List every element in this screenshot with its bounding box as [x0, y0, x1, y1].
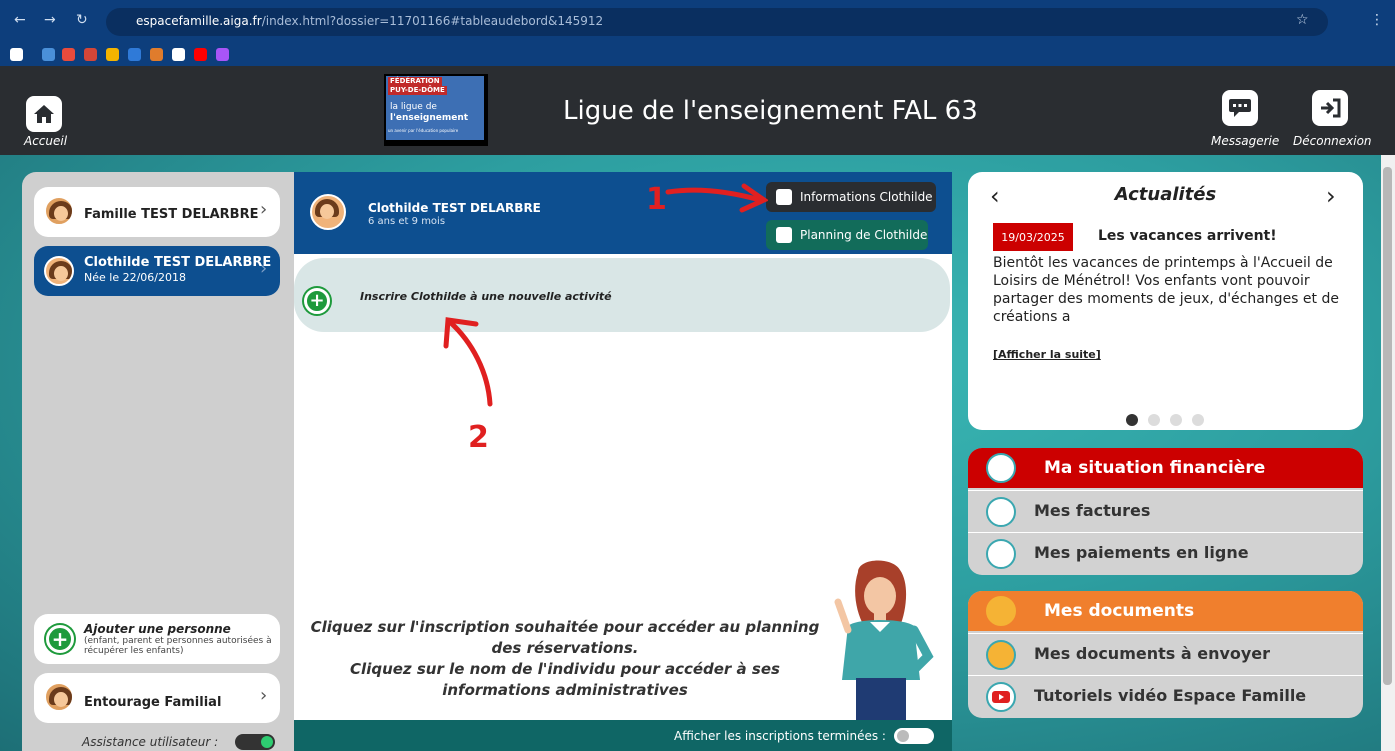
chevron-right-icon[interactable]: › — [1326, 182, 1336, 210]
folder-icon — [986, 596, 1016, 626]
family-name: Famille TEST DELARBRE — [84, 207, 259, 222]
help-text: Cliquez sur l'inscription souhaitée pour… — [310, 618, 820, 699]
annotation-arrow-2-icon — [443, 317, 493, 407]
finance-icon — [986, 453, 1016, 483]
bookmarks-bar — [0, 44, 1395, 66]
forward-icon[interactable]: → — [44, 12, 56, 28]
kebab-menu-icon[interactable]: ⋮ — [1370, 12, 1384, 28]
home-label[interactable]: Accueil — [24, 134, 67, 148]
news-date-badge: 19/03/2025 — [993, 223, 1073, 251]
upload-document-icon — [986, 640, 1016, 670]
documents-to-send-link[interactable]: Mes documents à envoyer — [968, 633, 1363, 675]
assistance-toggle[interactable] — [235, 734, 275, 750]
bookmark-icon[interactable] — [106, 48, 119, 61]
child-birthdate: Née le 22/06/2018 — [84, 271, 186, 284]
home-icon — [34, 105, 54, 123]
messaging-label[interactable]: Messagerie — [1211, 134, 1279, 148]
entourage-avatar-icon — [44, 682, 74, 712]
documents-menu: Mes documents Mes documents à envoyer Tu… — [968, 591, 1363, 718]
online-payments-link[interactable]: Mes paiements en ligne — [968, 532, 1363, 574]
assistance-label: Assistance utilisateur : — [82, 735, 219, 749]
annotation-arrow-1-icon — [665, 183, 768, 213]
app-title: Ligue de l'enseignement FAL 63 — [563, 96, 978, 126]
register-activity-label: Inscrire Clothilde à une nouvelle activi… — [360, 290, 612, 303]
bookmark-icon[interactable] — [42, 48, 55, 61]
family-avatar-icon — [44, 196, 74, 226]
finance-title: Ma situation financière — [1044, 458, 1266, 478]
federation-logo: FÉDÉRATION PUY-DE-DÔME la ligue de l'ense… — [384, 74, 488, 146]
youtube-icon — [986, 682, 1016, 712]
child-name: Clothilde TEST DELARBRE — [84, 255, 272, 270]
invoice-icon — [986, 497, 1016, 527]
video-tutorials-link[interactable]: Tutoriels vidéo Espace Famille — [968, 675, 1363, 717]
child-header-avatar-icon — [310, 194, 346, 230]
add-person-button[interactable]: + Ajouter une personne (enfant, parent e… — [34, 614, 280, 664]
family-card[interactable]: Famille TEST DELARBRE › — [34, 187, 280, 237]
address-bar[interactable]: espacefamille.aiga.fr/index.html?dossier… — [106, 8, 1328, 36]
user-icon — [776, 189, 792, 205]
child-info-button[interactable]: Informations Clothilde — [766, 182, 936, 212]
home-button[interactable] — [26, 96, 62, 132]
documents-header: Mes documents — [968, 591, 1363, 631]
news-body: Bientôt les vacances de printemps à l'Ac… — [993, 255, 1339, 325]
sign-out-icon — [1321, 98, 1341, 118]
plus-icon: + — [46, 625, 74, 653]
child-avatar-icon — [44, 256, 74, 286]
bookmark-icon[interactable] — [150, 48, 163, 61]
logout-label[interactable]: Déconnexion — [1293, 134, 1372, 148]
url-text: espacefamille.aiga.fr/index.html?dossier… — [136, 14, 604, 28]
chevron-right-icon: › — [260, 199, 268, 220]
back-icon[interactable]: ← — [14, 12, 26, 28]
finance-header: Ma situation financière — [968, 448, 1363, 488]
scrollbar-thumb[interactable] — [1383, 167, 1392, 685]
entourage-label: Entourage Familial — [84, 695, 222, 710]
bookmark-icon[interactable] — [216, 48, 229, 61]
chevron-right-icon: › — [260, 258, 268, 279]
news-headline: Les vacances arrivent! — [1098, 228, 1277, 244]
bookmark-icon[interactable] — [84, 48, 97, 61]
show-finished-label: Afficher les inscriptions terminées : — [674, 729, 886, 743]
carousel-dot-active[interactable] — [1126, 414, 1138, 426]
invoices-link[interactable]: Mes factures — [968, 490, 1363, 532]
bookmark-icon[interactable] — [172, 48, 185, 61]
add-person-title: Ajouter une personne — [84, 622, 231, 636]
plus-icon: + — [304, 288, 330, 314]
bookmark-icon[interactable] — [194, 48, 207, 61]
messaging-button[interactable] — [1222, 90, 1258, 126]
news-title: Actualités — [1114, 184, 1217, 205]
sidebar-item-child[interactable]: Clothilde TEST DELARBRE Née le 22/06/201… — [34, 246, 280, 296]
assistant-illustration-icon — [834, 560, 934, 720]
add-person-subtitle: (enfant, parent et personnes autorisées … — [84, 636, 272, 656]
panel-footer: Afficher les inscriptions terminées : — [294, 720, 952, 751]
entourage-card[interactable]: Entourage Familial › — [34, 673, 280, 723]
calendar-icon — [776, 227, 792, 243]
bookmark-icon[interactable] — [62, 48, 75, 61]
child-header-name[interactable]: Clothilde TEST DELARBRE — [368, 201, 541, 215]
carousel-dot[interactable] — [1148, 414, 1160, 426]
child-age: 6 ans et 9 mois — [368, 216, 446, 227]
register-activity-button[interactable]: + Inscrire Clothilde à une nouvelle acti… — [294, 258, 950, 332]
news-carousel: ‹ Actualités › 19/03/2025 Les vacances a… — [968, 172, 1363, 430]
chat-icon — [1229, 99, 1251, 117]
annotation-number-1: 1 — [646, 182, 667, 217]
child-planning-button[interactable]: Planning de Clothilde — [766, 220, 928, 250]
annotation-number-2: 2 — [468, 420, 489, 455]
finance-menu: Ma situation financière Mes factures Mes… — [968, 448, 1363, 575]
logout-button[interactable] — [1312, 90, 1348, 126]
carousel-dot[interactable] — [1192, 414, 1204, 426]
carousel-dot[interactable] — [1170, 414, 1182, 426]
apps-icon[interactable] — [10, 48, 23, 61]
chevron-right-icon: › — [260, 685, 268, 706]
news-more-link[interactable]: [Afficher la suite] — [993, 348, 1101, 361]
star-icon[interactable]: ☆ — [1296, 12, 1309, 28]
bookmark-icon[interactable] — [128, 48, 141, 61]
reload-icon[interactable]: ↻ — [76, 12, 88, 28]
documents-title: Mes documents — [1044, 601, 1195, 621]
calculator-icon — [986, 539, 1016, 569]
show-finished-toggle[interactable] — [894, 728, 934, 744]
browser-toolbar: ← → ↻ espacefamille.aiga.fr/index.html?d… — [0, 0, 1395, 44]
